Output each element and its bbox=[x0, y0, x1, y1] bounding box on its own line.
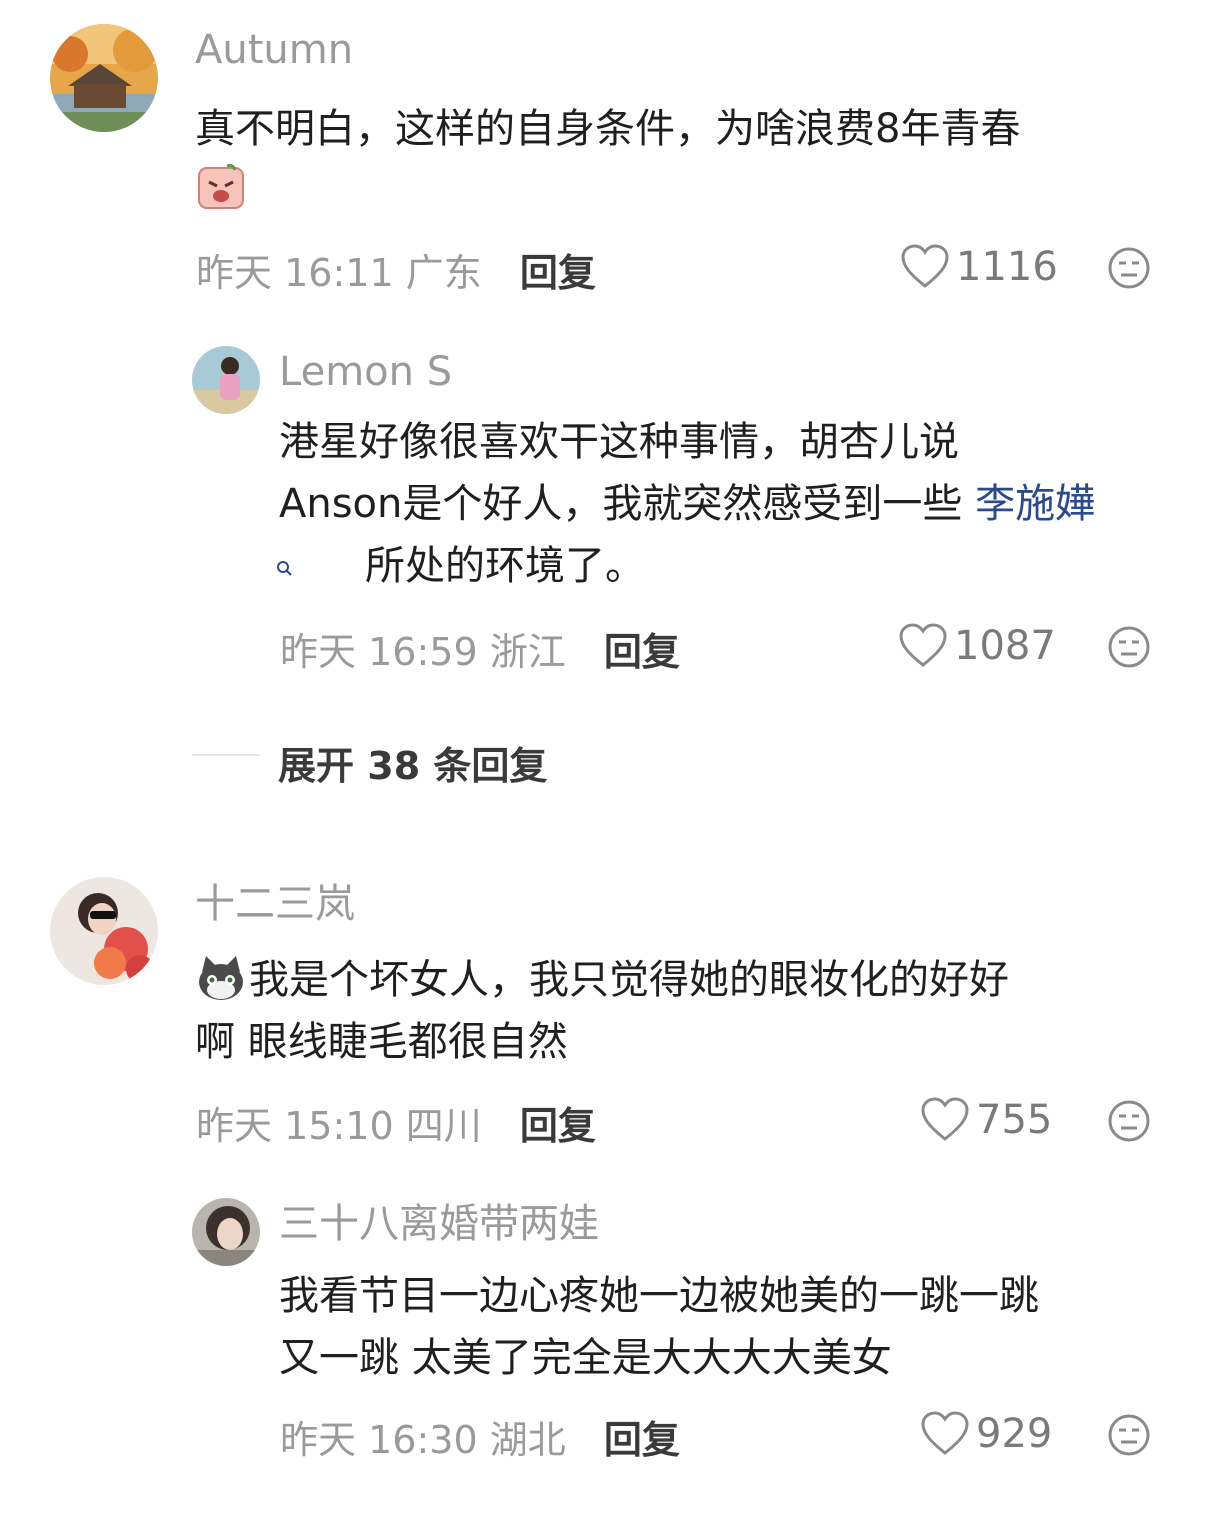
like-count: 1116 bbox=[956, 244, 1058, 290]
dislike-button[interactable] bbox=[1107, 246, 1151, 290]
comment-text: 真不明白，这样的自身条件，为啥浪费8年青春 bbox=[195, 106, 1021, 152]
reply-avatar[interactable] bbox=[192, 1198, 260, 1266]
comment-date: 昨天 bbox=[196, 251, 273, 295]
reply-date: 昨天 bbox=[280, 630, 357, 674]
reply-text: 我看节目一边心疼她一边被她美的一跳一跳 又一跳 太美了完全是大大大大美女 bbox=[279, 1265, 1189, 1389]
avatar[interactable] bbox=[50, 877, 158, 985]
reply-location: 湖北 bbox=[489, 1418, 566, 1462]
reply-meta: 昨天 16:59 浙江 回复 bbox=[280, 633, 680, 671]
comment-text-line: 我是个坏女人，我只觉得她的眼妆化的好好 bbox=[249, 957, 1009, 1003]
crying-face-sticker-icon bbox=[197, 162, 245, 210]
heart-icon bbox=[901, 244, 949, 288]
heart-icon bbox=[921, 1411, 969, 1455]
comment-author[interactable]: Autumn bbox=[195, 30, 353, 70]
comment-time: 15:10 bbox=[284, 1104, 394, 1148]
dislike-button[interactable] bbox=[1107, 1099, 1151, 1143]
reply-author[interactable]: Lemon S bbox=[279, 352, 452, 392]
comment-author[interactable]: 十二三岚 bbox=[195, 884, 355, 924]
reply-location: 浙江 bbox=[489, 630, 566, 674]
expand-count: 38 bbox=[367, 744, 421, 788]
divider bbox=[192, 754, 260, 756]
like-count: 1087 bbox=[954, 623, 1056, 669]
reply-text-line: Anson是个好人，我就突然感受到一些 bbox=[279, 481, 963, 527]
reply-button[interactable]: 回复 bbox=[520, 251, 596, 295]
expand-prefix: 展开 bbox=[278, 744, 355, 788]
comment-location: 四川 bbox=[405, 1104, 482, 1148]
expand-replies-button[interactable]: 展开 38 条回复 bbox=[278, 735, 547, 790]
reply-date: 昨天 bbox=[280, 1418, 357, 1462]
heart-icon bbox=[899, 623, 947, 667]
like-button[interactable]: 755 bbox=[920, 1097, 1052, 1143]
expand-suffix: 条回复 bbox=[433, 744, 548, 788]
reply-author[interactable]: 三十八离婚带两娃 bbox=[279, 1204, 599, 1244]
avatar[interactable] bbox=[50, 24, 158, 132]
like-count: 755 bbox=[976, 1097, 1053, 1143]
mention-link[interactable]: 李施嬅 bbox=[975, 481, 1095, 527]
like-count: 929 bbox=[976, 1411, 1053, 1457]
reply-time: 16:30 bbox=[368, 1418, 478, 1462]
mention-search-icon[interactable] bbox=[275, 535, 295, 597]
unamused-face-icon bbox=[1108, 1100, 1150, 1142]
reply-text-line: 港星好像很喜欢干这种事情，胡杏儿说 bbox=[279, 419, 959, 465]
unamused-face-icon bbox=[1108, 626, 1150, 668]
reply-avatar[interactable] bbox=[192, 346, 260, 414]
reply-meta: 昨天 16:30 湖北 回复 bbox=[280, 1421, 680, 1459]
unamused-face-icon bbox=[1108, 1414, 1150, 1456]
reply-button[interactable]: 回复 bbox=[604, 1418, 680, 1462]
heart-icon bbox=[921, 1097, 969, 1141]
comment-text-line: 啊 眼线睫毛都很自然 bbox=[195, 1019, 568, 1065]
reply-text: 港星好像很喜欢干这种事情，胡杏儿说 Anson是个好人，我就突然感受到一些 李施… bbox=[277, 411, 1179, 597]
like-button[interactable]: 1087 bbox=[898, 623, 1056, 669]
reply-button[interactable]: 回复 bbox=[604, 630, 680, 674]
comment-meta: 昨天 15:10 四川 回复 bbox=[196, 1107, 596, 1145]
reply-time: 16:59 bbox=[368, 630, 478, 674]
dislike-button[interactable] bbox=[1107, 1413, 1151, 1457]
like-button[interactable]: 1116 bbox=[900, 244, 1058, 290]
reply-button[interactable]: 回复 bbox=[520, 1104, 596, 1148]
comment-location: 广东 bbox=[405, 251, 482, 295]
unamused-face-icon bbox=[1108, 247, 1150, 289]
comment-time: 16:11 bbox=[284, 251, 394, 295]
comment-meta: 昨天 16:11 广东 回复 bbox=[196, 254, 596, 292]
reply-text-line: 我看节目一边心疼她一边被她美的一跳一跳 bbox=[279, 1273, 1039, 1319]
like-button[interactable]: 929 bbox=[920, 1411, 1052, 1457]
comment-text: 我是个坏女人，我只觉得她的眼妆化的好好 啊 眼线睫毛都很自然 bbox=[195, 949, 1185, 1073]
reply-text-line: 所处的环境了。 bbox=[365, 543, 645, 589]
reply-text-line: 又一跳 太美了完全是大大大大美女 bbox=[279, 1335, 892, 1381]
comment-date: 昨天 bbox=[196, 1104, 273, 1148]
dislike-button[interactable] bbox=[1107, 625, 1151, 669]
